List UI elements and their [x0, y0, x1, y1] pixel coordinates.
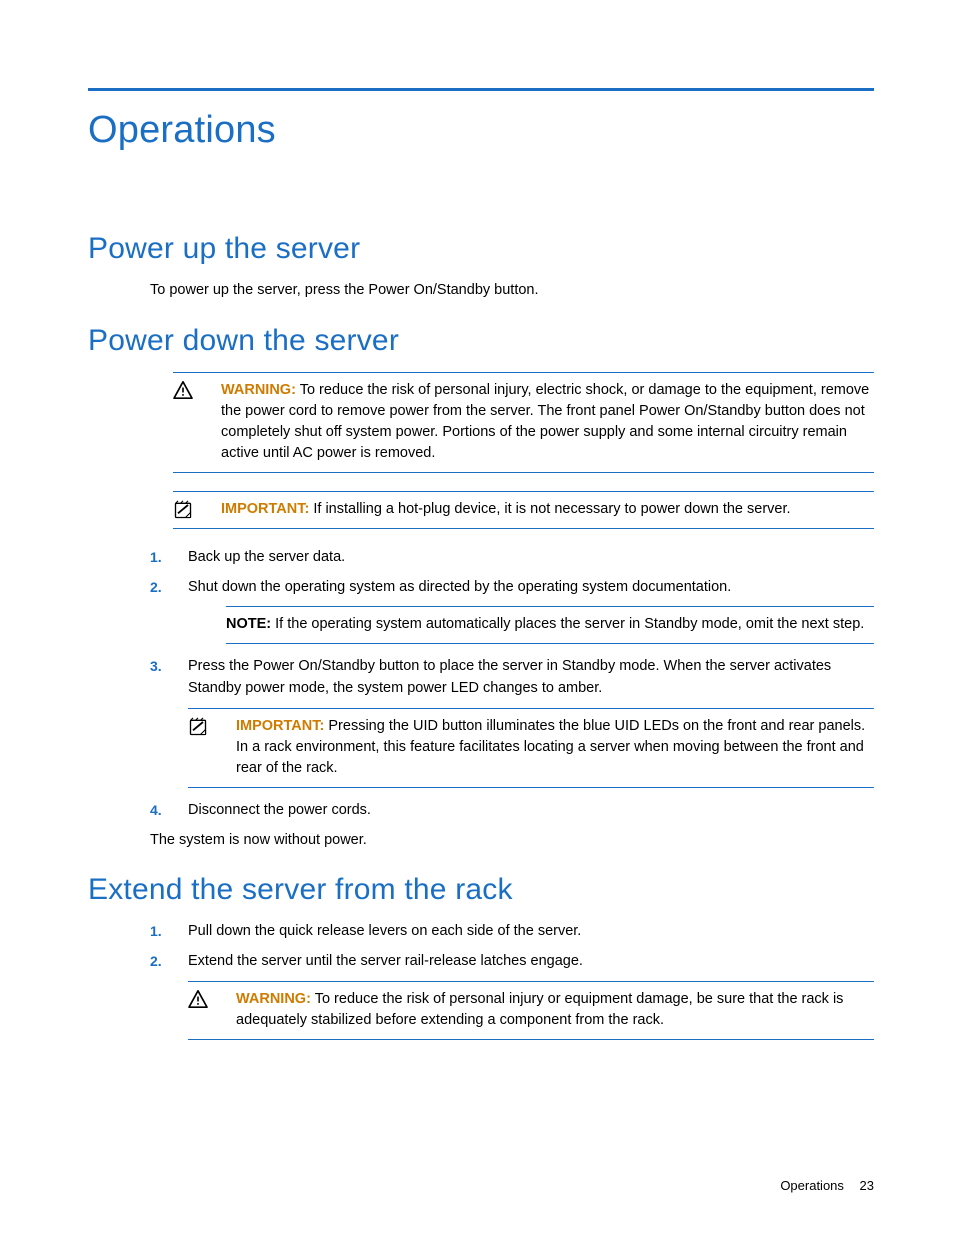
steps-list-power-down: 1. Back up the server data. 2. Shut down… [150, 547, 874, 822]
step-text: Pull down the quick release levers on ea… [188, 923, 581, 939]
body-text: To power up the server, press the Power … [150, 280, 874, 302]
body-text: The system is now without power. [150, 830, 874, 852]
step-number: 1. [150, 921, 162, 942]
step-number: 3. [150, 656, 162, 677]
footer-page-number: 23 [860, 1178, 874, 1193]
section-heading-extend: Extend the server from the rack [88, 873, 874, 907]
warning-label: WARNING: [221, 382, 296, 398]
list-item: 1. Pull down the quick release levers on… [150, 921, 874, 943]
callout-text: IMPORTANT: If installing a hot-plug devi… [221, 499, 874, 520]
step-text: Back up the server data. [188, 549, 345, 565]
important-label: IMPORTANT: [236, 718, 324, 734]
list-item: 1. Back up the server data. [150, 547, 874, 569]
callout-text: WARNING: To reduce the risk of personal … [236, 989, 874, 1031]
step-number: 1. [150, 547, 162, 568]
section-heading-power-up: Power up the server [88, 232, 874, 266]
chapter-title: Operations [88, 109, 874, 152]
list-item: 2. Extend the server until the server ra… [150, 951, 874, 1040]
warning-body: To reduce the risk of personal injury or… [236, 991, 843, 1028]
list-item: 3. Press the Power On/Standby button to … [150, 656, 874, 788]
important-label: IMPORTANT: [221, 501, 309, 517]
step-number: 2. [150, 951, 162, 972]
top-rule [88, 88, 874, 91]
important-callout: IMPORTANT: Pressing the UID button illum… [188, 708, 874, 788]
callout-text: WARNING: To reduce the risk of personal … [221, 380, 874, 464]
warning-body: To reduce the risk of personal injury, e… [221, 382, 869, 461]
note-block: NOTE: If the operating system automatica… [226, 606, 874, 644]
list-item: 2. Shut down the operating system as dir… [150, 577, 874, 645]
step-text: Shut down the operating system as direct… [188, 579, 731, 595]
important-callout: IMPORTANT: If installing a hot-plug devi… [173, 491, 874, 529]
note-body: If the operating system automatically pl… [275, 616, 864, 632]
step-text: Disconnect the power cords. [188, 802, 371, 818]
step-number: 4. [150, 800, 162, 821]
step-number: 2. [150, 577, 162, 598]
important-body: If installing a hot-plug device, it is n… [313, 501, 790, 517]
steps-list-extend: 1. Pull down the quick release levers on… [150, 921, 874, 1040]
callout-text: IMPORTANT: Pressing the UID button illum… [236, 716, 874, 779]
section-heading-power-down: Power down the server [88, 324, 874, 358]
note-label: NOTE: [226, 616, 271, 632]
step-text: Press the Power On/Standby button to pla… [188, 658, 831, 696]
important-icon [188, 716, 218, 737]
important-icon [173, 499, 203, 520]
warning-icon [188, 989, 218, 1008]
warning-callout: WARNING: To reduce the risk of personal … [173, 372, 874, 473]
warning-icon [173, 380, 203, 399]
footer-section: Operations [780, 1178, 844, 1193]
list-item: 4. Disconnect the power cords. [150, 800, 874, 822]
warning-label: WARNING: [236, 991, 311, 1007]
step-text: Extend the server until the server rail-… [188, 953, 583, 969]
page-footer: Operations 23 [780, 1178, 874, 1193]
important-body: Pressing the UID button illuminates the … [236, 718, 865, 776]
warning-callout: WARNING: To reduce the risk of personal … [188, 981, 874, 1040]
